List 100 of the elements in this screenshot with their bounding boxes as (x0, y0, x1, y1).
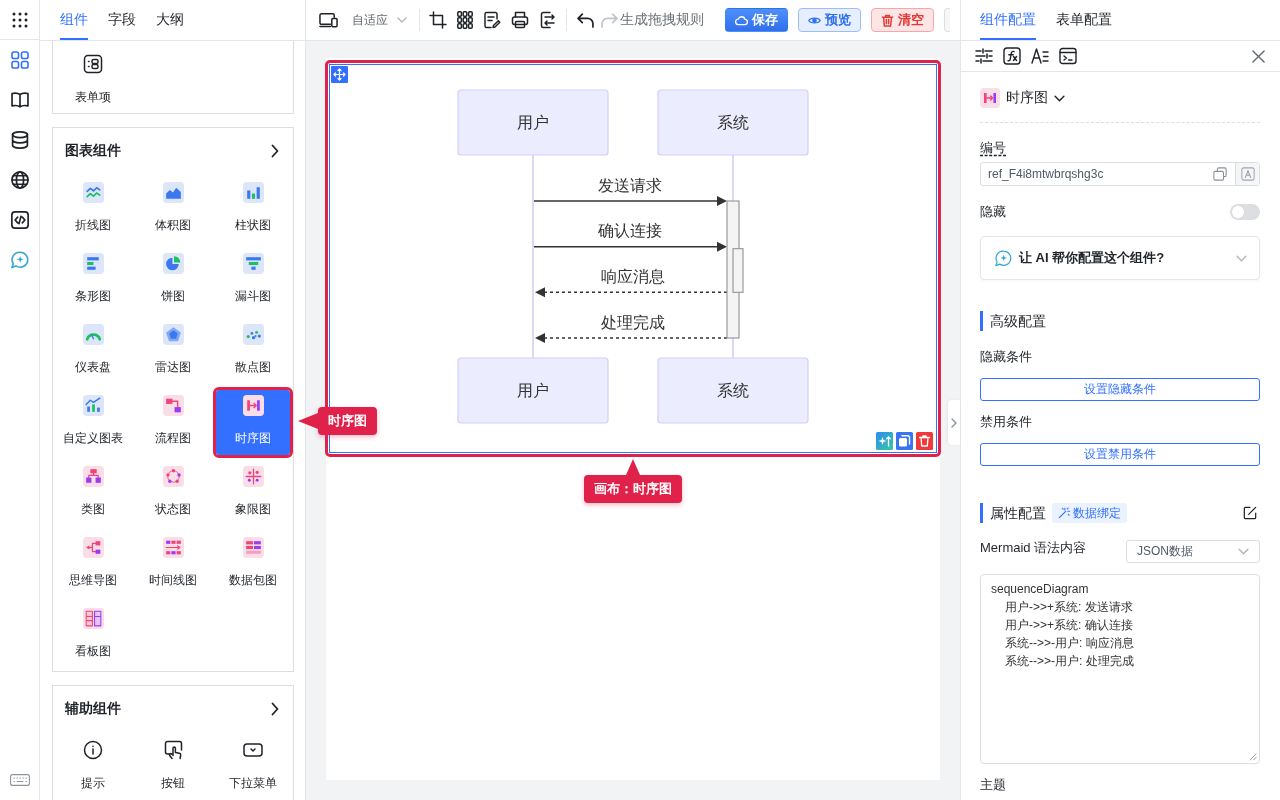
data-binding-button[interactable]: 数据绑定 (1052, 503, 1127, 523)
document-arrows-icon[interactable] (539, 11, 557, 29)
condition-button[interactable]: 设置隐藏条件 (980, 378, 1260, 401)
edit-document-icon[interactable] (483, 11, 501, 29)
palette-item[interactable]: 思维导图 (53, 529, 133, 600)
message-label: 发送请求 (598, 176, 662, 194)
palette-item[interactable]: 散点图 (213, 316, 293, 387)
palette-item[interactable]: 饼图 (133, 245, 213, 316)
delete-icon[interactable] (916, 432, 933, 450)
palette-item[interactable]: 表单项 (53, 46, 133, 113)
code-line: 用户->>+系统: 确认连接 (1004, 617, 1133, 634)
palette-item[interactable]: 类图 (53, 458, 133, 529)
chevron-right-icon[interactable] (271, 702, 279, 716)
close-icon[interactable] (1252, 49, 1265, 63)
magic-wand-icon (1058, 507, 1070, 519)
sliders-icon[interactable] (975, 47, 993, 65)
palette-item[interactable]: 自定义图表 (53, 387, 133, 458)
undo-icon[interactable] (577, 12, 594, 28)
code-line: sequenceDiagram (991, 581, 1089, 598)
info-icon (83, 740, 103, 760)
trash-icon (881, 13, 894, 27)
chat-bubble-icon[interactable] (10, 251, 29, 269)
collapse-handle[interactable] (948, 400, 960, 445)
palette-item[interactable]: 流程图 (133, 387, 213, 458)
printer-icon[interactable] (511, 11, 529, 29)
palette-item[interactable]: 折线图 (53, 174, 133, 245)
panel-tab[interactable]: 表单配置 (1056, 0, 1112, 40)
database-icon[interactable] (10, 131, 29, 149)
area-chart-icon (162, 181, 184, 203)
preview-button[interactable]: 预览 (798, 8, 861, 32)
apps-icon[interactable] (10, 51, 29, 69)
chat-bubble-icon (995, 249, 1012, 267)
pie-chart-icon (162, 252, 184, 274)
field-label: 隐藏条件 (980, 349, 1032, 365)
edit-icon[interactable] (1243, 506, 1257, 520)
devices-icon[interactable] (319, 12, 338, 28)
message-label: 处理完成 (601, 313, 665, 331)
section-title: 辅助组件 (65, 700, 121, 718)
source-select[interactable]: JSON数据 (1126, 540, 1260, 563)
code-editor[interactable]: sequenceDiagram 用户->>+系统: 发送请求 用户->>+系统: 确认连接 系统-->>-用户: 响应消息 系统-->>-用户: 处理完成 (980, 574, 1260, 764)
class-diagram-icon (82, 465, 104, 487)
sequence-diagram-icon (242, 394, 264, 416)
palette-item[interactable]: 柱状图 (213, 174, 293, 245)
hidden-toggle[interactable] (1230, 204, 1260, 220)
palette-item[interactable]: 数据包图 (213, 529, 293, 600)
palette-item[interactable]: 提示 (53, 732, 133, 800)
palette-item[interactable]: 漏斗图 (213, 245, 293, 316)
bar-chart-icon (242, 181, 264, 203)
panel-tab[interactable]: 组件配置 (980, 0, 1036, 40)
palette-item[interactable]: 仪表盘 (53, 316, 133, 387)
terminal-icon[interactable] (1059, 47, 1077, 65)
participant-box: 系统 (657, 89, 809, 156)
callout-label: 画布：时序图 (584, 459, 682, 503)
palette-item[interactable]: 雷达图 (133, 316, 213, 387)
duplicate-icon[interactable] (896, 432, 913, 450)
keyboard-icon[interactable] (9, 774, 30, 786)
condition-button[interactable]: 设置禁用条件 (980, 443, 1260, 466)
code-line: 系统-->>-用户: 响应消息 (1004, 635, 1134, 652)
field-label: 主题 (980, 777, 1006, 793)
text-style-icon[interactable] (1031, 47, 1049, 65)
callout-label: 时序图 (298, 407, 377, 435)
crop-icon[interactable] (429, 11, 447, 29)
globe-icon[interactable] (10, 171, 29, 189)
scatter-chart-icon (242, 323, 264, 345)
copy-icon[interactable] (1213, 167, 1227, 181)
participant-box: 用户 (457, 357, 609, 424)
function-icon[interactable] (1003, 47, 1021, 65)
book-icon[interactable] (10, 91, 29, 109)
field-label: 禁用条件 (980, 414, 1032, 430)
id-input[interactable]: ref_F4i8mtwbrqshg3c (980, 162, 1260, 186)
move-handle-icon[interactable] (331, 66, 348, 83)
palette-item[interactable]: 看板图 (53, 600, 133, 671)
panel-tab[interactable]: 组件 (60, 0, 88, 40)
palette-item[interactable]: 时间线图 (133, 529, 213, 600)
generate-rules-button[interactable]: 生成拖拽规则 (620, 11, 704, 29)
panel-tab[interactable]: 大纲 (156, 0, 184, 40)
chevron-right-icon[interactable] (271, 144, 279, 158)
quadrant-chart-icon (242, 465, 264, 487)
clear-button[interactable]: 清空 (871, 8, 934, 32)
chevron-down-icon (1236, 254, 1247, 262)
palette-item[interactable]: 条形图 (53, 245, 133, 316)
combo-chart-icon (82, 394, 104, 416)
palette-item[interactable]: 时序图 (213, 387, 293, 458)
palette-item[interactable]: 体积图 (133, 174, 213, 245)
code-line: 系统-->>-用户: 处理完成 (1004, 653, 1134, 670)
dots-grid-icon[interactable] (11, 11, 28, 28)
grid-icon[interactable] (457, 11, 473, 29)
ai-assist-collapse[interactable]: 让 AI 帮你配置这个组件? (980, 236, 1260, 280)
save-button[interactable]: 保存 (725, 8, 788, 32)
cloud-icon (735, 13, 748, 27)
layout-select[interactable]: 自适应 (352, 11, 407, 29)
palette-item[interactable]: 象限图 (213, 458, 293, 529)
chevron-down-icon (1238, 548, 1249, 555)
code-icon[interactable] (10, 211, 29, 229)
panel-tab[interactable]: 字段 (108, 0, 136, 40)
packet-diagram-icon (242, 536, 264, 558)
palette-item[interactable]: 按钮 (133, 732, 213, 800)
palette-item[interactable]: 状态图 (133, 458, 213, 529)
component-type-select[interactable]: 时序图 (980, 88, 1065, 108)
palette-item[interactable]: 下拉菜单 (213, 732, 293, 800)
